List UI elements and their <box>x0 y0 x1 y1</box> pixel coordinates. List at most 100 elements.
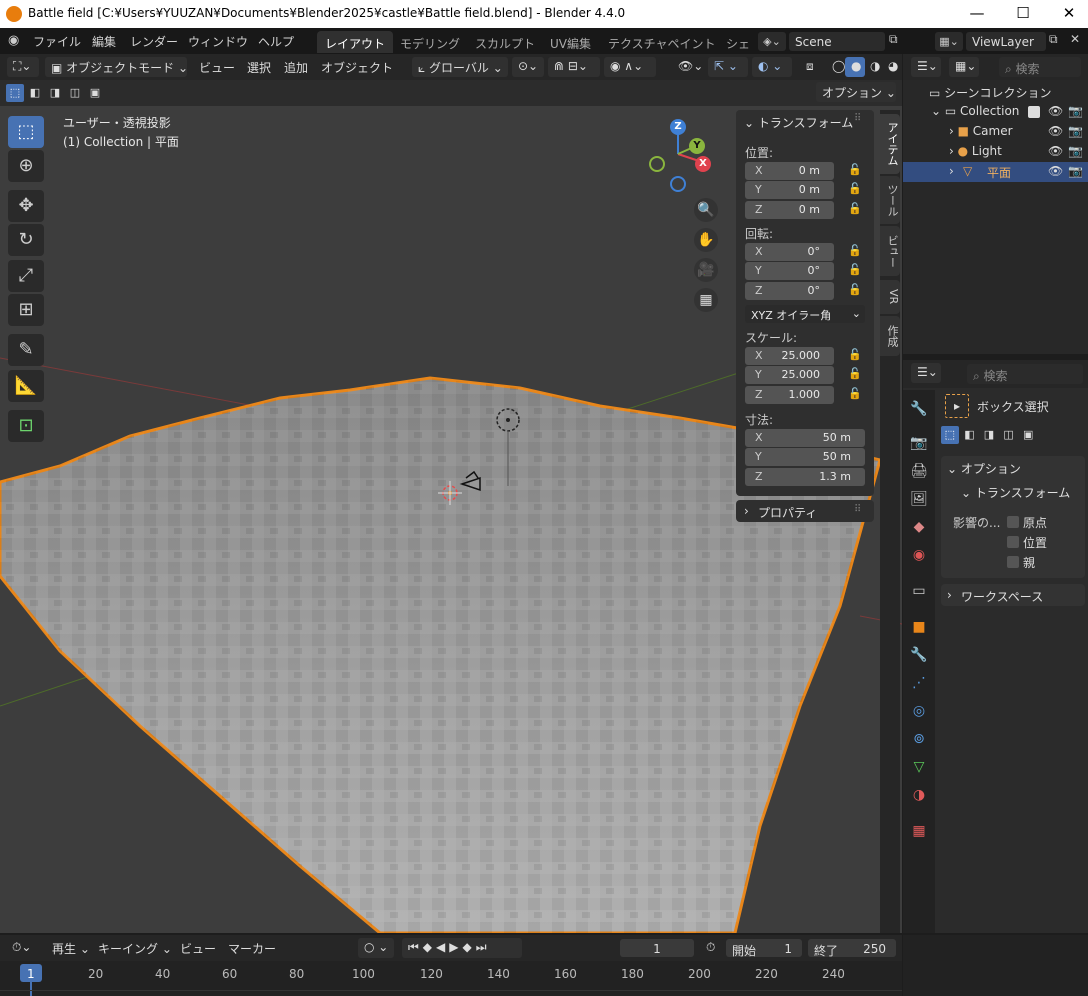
select-box-tool-icon[interactable]: ⬚ <box>8 116 44 148</box>
view-layer-icon[interactable]: ▦⌄ <box>935 32 963 51</box>
gizmo-x-icon[interactable]: X <box>695 156 711 172</box>
physics-properties-icon[interactable]: ◎ <box>908 700 930 722</box>
material-properties-icon[interactable]: ◑ <box>908 784 930 806</box>
solid-shading-icon[interactable]: ● <box>845 57 865 77</box>
drag-handle-icon[interactable]: ⠿ <box>854 113 861 124</box>
lock-icon[interactable]: 🔓 <box>848 182 862 195</box>
dimension-z-field[interactable]: Z 1.3 m <box>745 468 865 486</box>
lock-icon[interactable]: 🔓 <box>848 367 862 380</box>
texture-properties-icon[interactable]: ▦ <box>908 820 930 842</box>
eye-icon[interactable]: 👁 <box>1048 124 1063 138</box>
view-layer-properties-icon[interactable]: 🖼 <box>908 488 930 510</box>
menu-add[interactable]: 追加 <box>278 57 314 77</box>
tab-sculpt[interactable]: スカルプト <box>467 31 543 53</box>
marker-menu[interactable]: マーカー <box>222 938 282 958</box>
visibility-icon[interactable]: 👁⌄ <box>672 57 703 77</box>
transform-orientation[interactable]: ⟀ グローバル ⌄ <box>412 57 508 77</box>
stopwatch-icon[interactable]: ⏱ <box>700 938 721 958</box>
end-frame-field[interactable]: 終了 250 <box>808 939 896 958</box>
outliner-item-plane[interactable]: › ▽ 平面 👁 📷 <box>903 162 1088 182</box>
scale-y-field[interactable]: Y 25.000 <box>745 366 834 384</box>
perspective-grid-icon[interactable]: ▦ <box>694 288 718 312</box>
menu-window[interactable]: ウィンドウ <box>188 33 248 50</box>
output-properties-icon[interactable]: 🖨 <box>908 460 930 482</box>
transform-tool-icon[interactable]: ⊞ <box>8 294 44 326</box>
pivot-point-icon[interactable]: ⊙⌄ <box>512 57 544 77</box>
lock-icon[interactable]: 🔓 <box>848 202 862 215</box>
camera-render-icon[interactable]: 📷 <box>1068 124 1083 138</box>
select-new-icon[interactable]: ⬚ <box>941 426 959 444</box>
affect-parents-checkbox[interactable] <box>1007 556 1019 568</box>
select-new-icon[interactable]: ⬚ <box>6 84 24 102</box>
outliner-item-camera[interactable]: › ■ Camer <box>949 124 1013 138</box>
dimension-x-field[interactable]: X 50 m <box>745 429 865 447</box>
select-invert-icon[interactable]: ◫ <box>66 84 84 102</box>
tab-item[interactable]: アイテム <box>880 114 900 174</box>
wireframe-shading-icon[interactable]: ◯ <box>826 57 846 77</box>
select-invert-icon[interactable]: ◫ <box>1000 426 1018 444</box>
minimize-button[interactable]: — <box>962 2 992 26</box>
select-extend-icon[interactable]: ◧ <box>26 84 44 102</box>
workspace-panel-header[interactable]: › ワークスペース <box>941 584 1085 606</box>
timeline-view-menu[interactable]: ビュー <box>174 938 222 958</box>
new-view-layer-icon[interactable]: ⧉ <box>1049 32 1067 51</box>
scene-icon[interactable]: ◈⌄ <box>758 32 786 51</box>
select-subtract-icon[interactable]: ◨ <box>46 84 64 102</box>
affect-locations-checkbox[interactable] <box>1007 536 1019 548</box>
keying-menu[interactable]: キーイング ⌄ <box>92 938 178 958</box>
rotation-x-field[interactable]: X 0° <box>745 243 834 261</box>
properties-search-input[interactable]: ⌕ 検索 <box>967 364 1083 384</box>
collection-checkbox[interactable] <box>1028 106 1040 118</box>
select-subtract-icon[interactable]: ◨ <box>980 426 998 444</box>
tab-uv-editing[interactable]: UV編集 <box>542 31 599 53</box>
material-shading-icon[interactable]: ◑ <box>864 57 884 77</box>
options-panel-header[interactable]: ⌄ オプション <box>947 460 1021 477</box>
remove-view-layer-icon[interactable]: ✕ <box>1070 32 1088 51</box>
tab-view[interactable]: ビュー <box>880 226 900 276</box>
annotate-tool-icon[interactable]: ✎ <box>8 334 44 366</box>
display-mode-icon[interactable]: ▦⌄ <box>949 57 979 77</box>
gizmo-toggle-icon[interactable]: ⇱ ⌄ <box>708 57 748 77</box>
current-frame-field[interactable]: 1 <box>620 939 694 957</box>
data-properties-icon[interactable]: ▽ <box>908 756 930 778</box>
rotation-mode-select[interactable]: XYZ オイラー角 ⌄ <box>745 305 865 323</box>
menu-select[interactable]: 選択 <box>241 57 277 77</box>
collection-properties-icon[interactable]: ▭ <box>908 580 930 602</box>
move-tool-icon[interactable]: ✥ <box>8 190 44 222</box>
outliner-item-light[interactable]: › ● Light <box>949 144 1002 158</box>
outliner-search-input[interactable]: ⌕ 検索 <box>999 57 1081 77</box>
rendered-shading-icon[interactable]: ◕ <box>882 57 902 77</box>
camera-render-icon[interactable]: 📷 <box>1068 164 1083 178</box>
add-cube-tool-icon[interactable]: ⊡ <box>8 410 44 442</box>
start-frame-field[interactable]: 開始 1 <box>726 939 802 958</box>
tab-tool[interactable]: ツール <box>880 176 900 224</box>
lock-icon[interactable]: 🔓 <box>848 263 862 276</box>
tab-create[interactable]: 作成 <box>880 316 900 356</box>
menu-object[interactable]: オブジェクト <box>315 57 399 77</box>
menu-render[interactable]: レンダー <box>130 33 178 50</box>
lock-icon[interactable]: 🔓 <box>848 163 862 176</box>
tab-layout[interactable]: レイアウト <box>317 31 394 53</box>
scale-z-field[interactable]: Z 1.000 <box>745 386 834 404</box>
lock-icon[interactable]: 🔓 <box>848 387 862 400</box>
pan-hand-icon[interactable]: ✋ <box>694 228 718 252</box>
gizmo-z-icon[interactable]: Z <box>670 119 686 135</box>
blender-menu-icon[interactable]: ◉ <box>8 33 26 49</box>
modifier-properties-icon[interactable]: 🔧 <box>908 644 930 666</box>
object-properties-icon[interactable]: ■ <box>908 616 930 638</box>
maximize-button[interactable]: ☐ <box>1008 2 1038 26</box>
scene-properties-icon[interactable]: ◆ <box>908 516 930 538</box>
affect-origins-checkbox[interactable] <box>1007 516 1019 528</box>
location-z-field[interactable]: Z0 m <box>745 201 834 219</box>
proportional-edit-icon[interactable]: ◉ ∧⌄ <box>604 57 656 77</box>
measure-tool-icon[interactable]: 📐 <box>8 370 44 402</box>
menu-edit[interactable]: 編集 <box>92 33 116 50</box>
snap-icon[interactable]: ⋒ ⊟⌄ <box>548 57 600 77</box>
scene-name-field[interactable]: Scene <box>789 32 885 51</box>
location-x-field[interactable]: X0 m <box>745 162 834 180</box>
tab-texture-paint[interactable]: テクスチャペイント <box>600 31 724 53</box>
rotation-y-field[interactable]: Y 0° <box>745 262 834 280</box>
auto-keying-icon[interactable]: ○ ⌄ <box>358 938 394 958</box>
scale-x-field[interactable]: X 25.000 <box>745 347 834 365</box>
playback-controls[interactable]: ⏮◆◀▶◆⏭ <box>402 938 522 958</box>
